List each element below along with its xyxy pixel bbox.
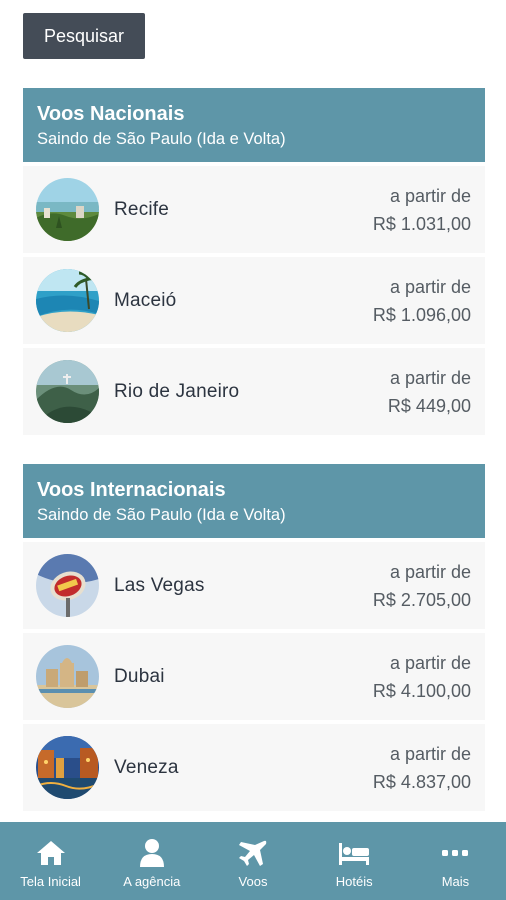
maceio-photo xyxy=(36,269,99,332)
user-icon xyxy=(139,839,164,867)
nav-item-agency[interactable]: A agência xyxy=(101,822,202,900)
more-icon xyxy=(442,850,469,856)
nav-item-hotels[interactable]: Hotéis xyxy=(304,822,405,900)
price-prefix: a partir de xyxy=(389,276,471,297)
veneza-photo xyxy=(36,736,99,799)
destination-row-rio-de-janeiro[interactable]: Rio de Janeiro a partir de R$ 449,00 xyxy=(23,348,485,435)
nav-item-home[interactable]: Tela Inicial xyxy=(0,822,101,900)
destination-name: Recife xyxy=(114,198,170,220)
recife-photo xyxy=(36,178,99,241)
section-subtitle: Saindo de São Paulo (Ida e Volta) xyxy=(37,506,286,524)
destination-row-maceio[interactable]: Maceió a partir de R$ 1.096,00 xyxy=(23,257,485,344)
price-block: a partir de R$ 4.837,00 xyxy=(373,740,485,796)
section-header: Voos Nacionais Saindo de São Paulo (Ida … xyxy=(23,88,485,162)
price-value: R$ 4.837,00 xyxy=(372,771,471,792)
nav-label: Tela Inicial xyxy=(20,874,81,889)
price-value: R$ 4.100,00 xyxy=(372,680,471,701)
nav-label: Voos xyxy=(238,874,268,889)
nav-label: Hotéis xyxy=(335,874,373,889)
destination-name: Las Vegas xyxy=(114,574,205,596)
bottom-navigation: Tela Inicial A agência Voos Hotéis Mais xyxy=(0,822,506,900)
home-icon xyxy=(36,841,65,865)
destination-name: Maceió xyxy=(114,289,177,311)
destination-name: Rio de Janeiro xyxy=(114,380,240,402)
nav-item-more[interactable]: Mais xyxy=(405,822,506,900)
nav-item-flights[interactable]: Voos xyxy=(202,822,303,900)
destination-row-las-vegas[interactable]: Las Vegas a partir de R$ 2.705,00 xyxy=(23,542,485,629)
section-title: Voos Nacionais xyxy=(37,103,185,125)
nav-label: Mais xyxy=(441,874,470,889)
section-title: Voos Internacionais xyxy=(37,479,226,501)
price-value: R$ 1.096,00 xyxy=(372,304,471,325)
price-prefix: a partir de xyxy=(389,561,471,582)
destination-row-recife[interactable]: Recife a partir de R$ 1.031,00 xyxy=(23,166,485,253)
price-prefix: a partir de xyxy=(389,652,471,673)
price-block: a partir de R$ 4.100,00 xyxy=(373,649,485,705)
price-prefix: a partir de xyxy=(389,185,471,206)
price-value: R$ 449,00 xyxy=(387,395,471,416)
section-header: Voos Internacionais Saindo de São Paulo … xyxy=(23,464,485,538)
destination-row-veneza[interactable]: Veneza a partir de R$ 4.837,00 xyxy=(23,724,485,811)
price-block: a partir de R$ 2.705,00 xyxy=(373,558,485,614)
nav-label: A agência xyxy=(123,874,181,889)
section-international-flights: Voos Internacionais Saindo de São Paulo … xyxy=(23,464,485,811)
search-button[interactable]: Pesquisar xyxy=(23,13,145,59)
price-value: R$ 1.031,00 xyxy=(372,213,471,234)
rio-photo xyxy=(36,360,99,423)
destination-name: Veneza xyxy=(114,756,179,778)
plane-icon xyxy=(239,840,267,866)
dubai-photo xyxy=(36,645,99,708)
price-prefix: a partir de xyxy=(389,367,471,388)
las-vegas-photo xyxy=(36,554,99,617)
price-block: a partir de R$ 449,00 xyxy=(388,364,485,420)
destination-name: Dubai xyxy=(114,665,165,687)
bed-icon xyxy=(339,843,370,865)
price-prefix: a partir de xyxy=(389,743,471,764)
price-block: a partir de R$ 1.096,00 xyxy=(373,273,485,329)
destination-row-dubai[interactable]: Dubai a partir de R$ 4.100,00 xyxy=(23,633,485,720)
section-national-flights: Voos Nacionais Saindo de São Paulo (Ida … xyxy=(23,88,485,435)
price-block: a partir de R$ 1.031,00 xyxy=(373,182,485,238)
price-value: R$ 2.705,00 xyxy=(372,589,471,610)
section-subtitle: Saindo de São Paulo (Ida e Volta) xyxy=(37,130,286,148)
